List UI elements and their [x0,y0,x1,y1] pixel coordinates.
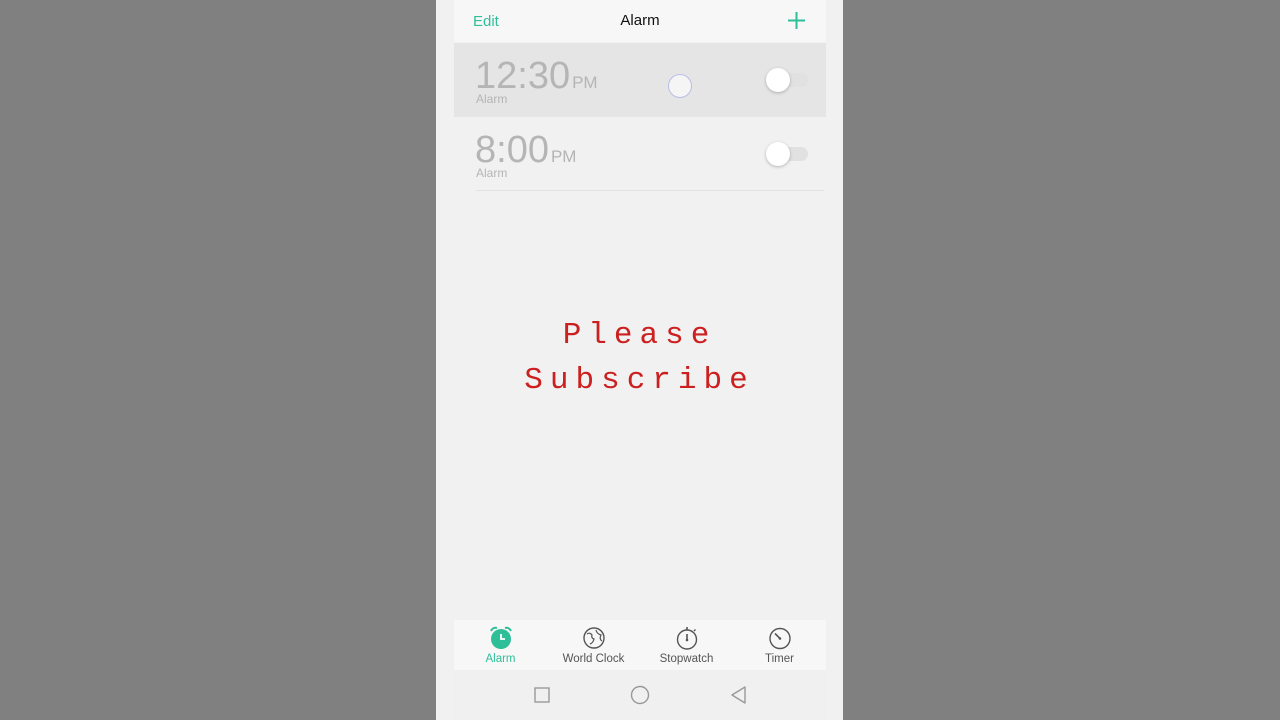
tab-label: World Clock [562,653,625,665]
tab-timer[interactable]: Timer [733,620,826,670]
tab-label: Stopwatch [659,653,714,665]
row-divider [476,190,824,191]
alarm-ampm: PM [572,73,598,92]
alarm-clock-icon [490,626,512,649]
alarm-label: Alarm [476,166,508,180]
overlay-text-line2: Subscribe [524,363,755,398]
alarm-ampm: PM [550,147,577,166]
alarm-row[interactable]: 12:30 PM Alarm [454,43,826,117]
alarm-label: Alarm [476,92,508,106]
circle-icon[interactable] [630,685,650,705]
alarm-row[interactable]: 8:00 PM Alarm [454,117,826,191]
page-title: Alarm [620,12,660,29]
alarm-toggle[interactable] [766,68,808,92]
tab-world-clock[interactable]: World Clock [547,620,640,670]
plus-icon[interactable] [787,11,806,30]
overlay-text-line1: Please [562,318,717,353]
alarm-toggle[interactable] [766,142,808,166]
touch-indicator [668,74,692,98]
tab-alarm[interactable]: Alarm [454,620,547,670]
stopwatch-icon [676,627,698,650]
bottom-tab-bar: Alarm World Clock Stopwatch Timer [454,620,826,670]
square-icon[interactable] [532,685,552,705]
triangle-back-icon[interactable] [729,685,749,705]
phone-screen: Edit Alarm 12:30 PM Alarm 8:00 PM Alarm Pl… [436,0,843,720]
tab-stopwatch[interactable]: Stopwatch [640,620,733,670]
tab-label: Timer [765,653,794,665]
app-header: Edit Alarm [454,0,826,42]
globe-icon [583,627,605,649]
tab-label: Alarm [485,653,516,665]
timer-icon [769,627,791,650]
system-nav-bar [454,670,826,720]
